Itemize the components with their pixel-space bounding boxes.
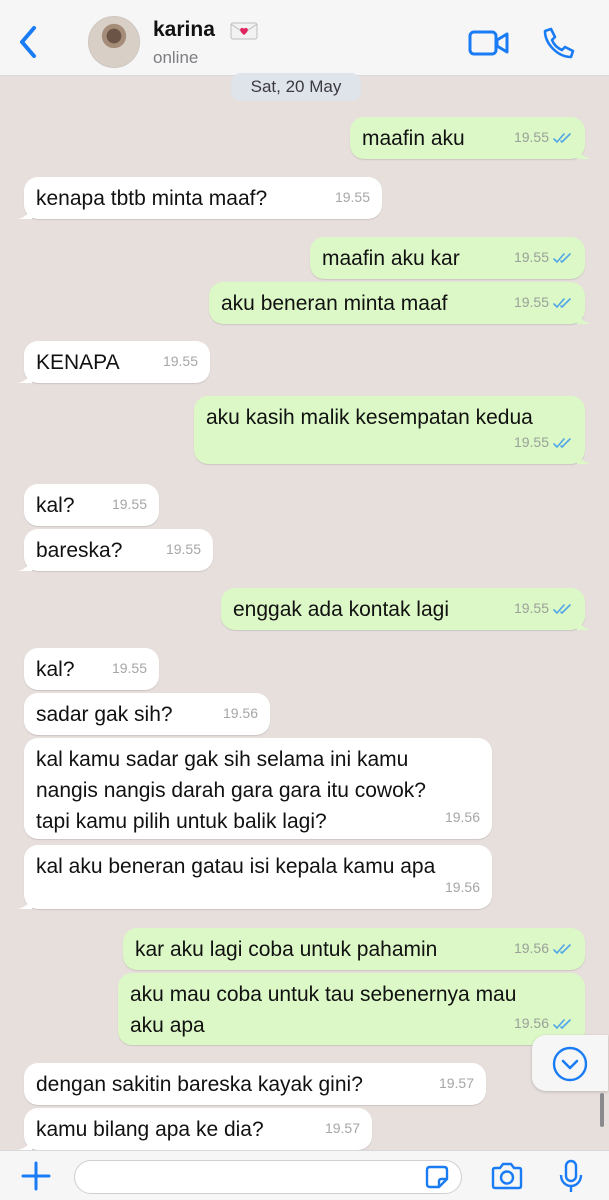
love-letter-emoji [230, 22, 258, 40]
message-time: 19.57 [438, 1075, 474, 1091]
read-ticks-icon [553, 252, 571, 263]
message-meta: 19.55 [112, 653, 147, 684]
chevron-down-circle-icon [552, 1046, 588, 1082]
message-meta: 19.55 [112, 489, 147, 520]
incoming-message[interactable]: kenapa tbtb minta maaf? 19.55 [18, 177, 382, 219]
message-time: 19.56 [513, 940, 549, 956]
bubble-tail [577, 450, 591, 464]
message-text: kal kamu sadar gak sih selama ini kamu n… [36, 748, 426, 833]
bubble-tail [577, 616, 591, 630]
message-time: 19.55 [162, 353, 198, 369]
chat-header: karina online [0, 0, 609, 76]
scroll-to-bottom-button[interactable] [532, 1035, 608, 1091]
message-text: dengan sakitin bareska kayak gini? [36, 1073, 363, 1096]
message-meta: 19.56 [445, 802, 480, 833]
bubble-tail [577, 310, 591, 324]
message-input[interactable] [74, 1160, 462, 1194]
incoming-message[interactable]: kamu bilang apa ke dia? 19.57 [18, 1108, 372, 1150]
bubble-tail [18, 557, 32, 571]
scrollbar[interactable] [600, 1093, 604, 1127]
chevron-left-icon[interactable] [14, 22, 44, 62]
message-text: kal aku beneran gatau isi kepala kamu ap… [36, 855, 436, 878]
message-meta: 19.55 [514, 427, 573, 458]
outgoing-message[interactable]: maafin aku 19.55 [350, 117, 591, 159]
sticker-icon[interactable] [424, 1164, 450, 1190]
message-meta: 19.57 [325, 1113, 360, 1144]
read-ticks-icon [553, 297, 571, 308]
read-ticks-icon [553, 1018, 571, 1029]
bubble-tail [18, 1136, 32, 1150]
message-meta: 19.55 [514, 287, 573, 318]
phone-call-icon[interactable] [542, 26, 576, 60]
incoming-message[interactable]: kal kamu sadar gak sih selama ini kamu n… [24, 738, 492, 839]
outgoing-message[interactable]: aku kasih malik kesempatan kedua 19.55 [194, 396, 591, 464]
contact-name[interactable]: karina [153, 18, 215, 42]
incoming-message[interactable]: dengan sakitin bareska kayak gini? 19.57 [24, 1063, 486, 1105]
message-text: kenapa tbtb minta maaf? [36, 187, 268, 210]
outgoing-message[interactable]: aku mau coba untuk tau sebenernya mau ak… [118, 973, 591, 1045]
message-time: 19.55 [513, 434, 549, 450]
message-meta: 19.56 [223, 698, 258, 729]
incoming-message[interactable]: KENAPA 19.55 [18, 341, 210, 383]
outgoing-message[interactable]: kar aku lagi coba untuk pahamin 19.56 [123, 928, 585, 970]
message-time: 19.55 [513, 600, 549, 616]
message-time: 19.55 [111, 496, 147, 512]
contact-status: online [153, 48, 199, 67]
read-ticks-icon [553, 437, 571, 448]
incoming-message[interactable]: sadar gak sih? 19.56 [24, 693, 270, 735]
message-time: 19.55 [513, 249, 549, 265]
message-time: 19.55 [513, 294, 549, 310]
bubble-tail [18, 369, 32, 383]
microphone-icon[interactable] [558, 1159, 584, 1195]
incoming-message[interactable]: kal? 19.55 [24, 648, 159, 690]
message-time: 19.55 [165, 541, 201, 557]
incoming-message[interactable]: kal? 19.55 [24, 484, 159, 526]
message-meta: 19.55 [514, 593, 573, 624]
avatar[interactable] [88, 16, 140, 68]
incoming-message[interactable]: bareska? 19.55 [18, 529, 213, 571]
date-separator: Sat, 20 May [231, 73, 361, 101]
message-meta: 19.57 [439, 1068, 474, 1099]
read-ticks-icon [553, 943, 571, 954]
composer-bar [0, 1150, 609, 1200]
incoming-message[interactable]: kal aku beneran gatau isi kepala kamu ap… [18, 845, 492, 909]
camera-icon[interactable] [490, 1161, 524, 1191]
read-ticks-icon [553, 132, 571, 143]
bubble-tail [18, 895, 32, 909]
read-ticks-icon [553, 603, 571, 614]
message-time: 19.56 [444, 879, 480, 895]
message-time: 19.55 [111, 660, 147, 676]
plus-icon[interactable] [20, 1160, 52, 1192]
message-meta: 19.55 [514, 242, 573, 273]
outgoing-message[interactable]: enggak ada kontak lagi 19.55 [221, 588, 591, 630]
message-meta: 19.55 [514, 122, 573, 153]
message-meta: 19.55 [335, 182, 370, 213]
message-meta: 19.56 [445, 872, 480, 903]
message-text: aku mau coba untuk tau sebenernya mau ak… [130, 983, 517, 1037]
message-text: kar aku lagi coba untuk pahamin [135, 938, 438, 961]
message-time: 19.56 [444, 809, 480, 825]
message-time: 19.56 [222, 705, 258, 721]
outgoing-message[interactable]: maafin aku kar 19.55 [310, 237, 585, 279]
bubble-tail [577, 145, 591, 159]
bubble-tail [18, 205, 32, 219]
message-text: kamu bilang apa ke dia? [36, 1118, 264, 1141]
message-meta: 19.56 [514, 933, 573, 964]
outgoing-message[interactable]: aku beneran minta maaf 19.55 [209, 282, 591, 324]
message-time: 19.55 [513, 129, 549, 145]
message-meta: 19.55 [163, 346, 198, 377]
message-meta: 19.55 [166, 534, 201, 565]
video-call-icon[interactable] [468, 28, 510, 58]
message-time: 19.57 [324, 1120, 360, 1136]
message-time: 19.55 [334, 189, 370, 205]
